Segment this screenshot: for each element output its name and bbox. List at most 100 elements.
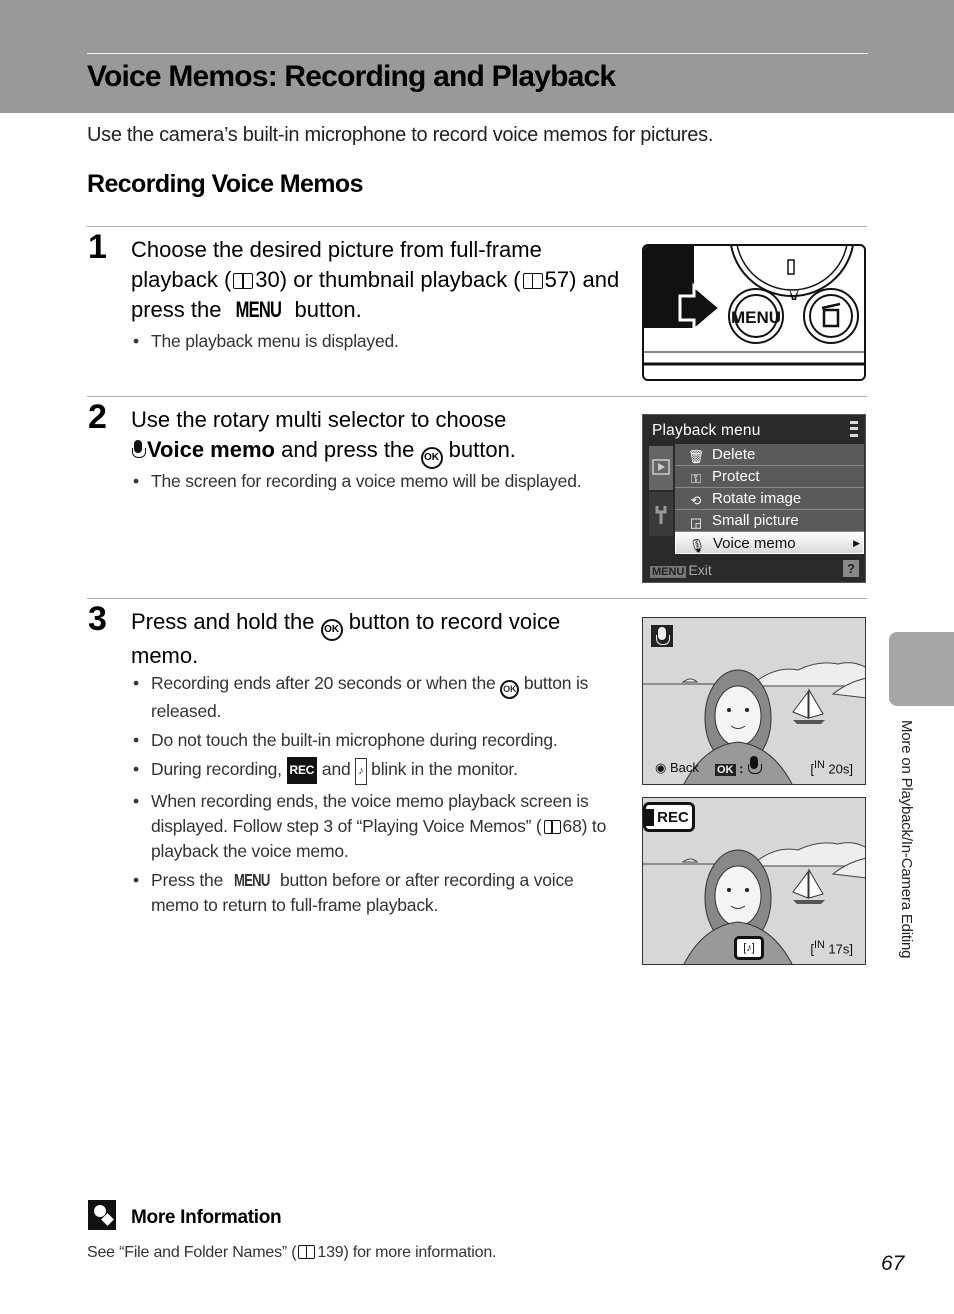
text: 30) or thumbnail playback ( <box>255 267 521 292</box>
page-title: Voice Memos: Recording and Playback <box>87 60 616 93</box>
text: and press the <box>274 437 421 462</box>
text: When recording ends, the voice memo play… <box>151 791 589 836</box>
bullet-item: Recording ends after 20 seconds or when … <box>131 671 621 724</box>
menu-title: Playback menu <box>652 422 761 439</box>
text: During recording, <box>151 759 287 779</box>
memory-label: IN <box>813 758 825 771</box>
rec-label: REC <box>646 808 692 826</box>
scroll-indicator-icon <box>850 421 858 437</box>
menu-item-label: Voice memo <box>713 535 796 552</box>
svg-text:MENU: MENU <box>731 308 781 327</box>
trash-icon: 🗑 <box>687 449 705 464</box>
text: Recording ends after 20 seconds or when … <box>151 673 501 693</box>
book-icon <box>522 273 543 289</box>
text: Use the rotary multi selector to choose <box>131 407 507 432</box>
menu-item-voice-memo[interactable]: 🎙 Voice memo ▶ <box>675 532 864 554</box>
playback-menu-screen: Playback menu 🗑 Delete ⚿ Protect ⟲ Rotate i… <box>642 414 866 583</box>
intro-text: Use the camera’s built-in microphone to … <box>87 124 714 146</box>
menu-item-protect[interactable]: ⚿ Protect <box>675 466 864 488</box>
step-divider <box>87 396 867 397</box>
menu-item-rotate-image[interactable]: ⟲ Rotate image <box>675 488 864 510</box>
menu-item-label: Small picture <box>712 512 799 529</box>
mic-glyph <box>655 627 670 647</box>
book-icon <box>298 1245 316 1259</box>
rec-indicator: REC <box>643 802 695 832</box>
menu-footer: MENU Exit <box>650 562 712 578</box>
step-1-bullets: The playback menu is displayed. <box>131 329 621 358</box>
voice-memo-record-screen: ◉ Back OK : [IN 20s] <box>642 617 866 785</box>
voice-memo-indicator-icon: [♪] <box>734 936 764 960</box>
chapter-label: More on Playback/In-Camera Editing <box>898 720 915 959</box>
text: Press and hold the <box>131 609 321 634</box>
book-icon <box>543 820 561 834</box>
ok-button-icon: OK <box>320 619 343 641</box>
memory-label: IN <box>813 938 825 951</box>
sailboat <box>792 870 809 899</box>
face <box>714 685 762 747</box>
magnifier-info-icon <box>88 1200 116 1230</box>
playback-tab-icon[interactable] <box>649 446 673 490</box>
back-label: Back <box>669 760 699 775</box>
time-value: 17s <box>828 941 850 956</box>
mountain <box>757 662 865 687</box>
camera-buttons-illustration: MENU <box>642 244 866 381</box>
ok-button-icon: OK <box>500 680 520 699</box>
step-1-text: Choose the desired picture from full-fra… <box>131 235 621 325</box>
step-divider <box>87 226 867 227</box>
step-number: 1 <box>88 228 107 266</box>
menu-button-glyph: MENU <box>233 870 270 890</box>
help-icon[interactable]: ? <box>843 560 859 577</box>
menu-button-glyph: MENU <box>650 566 687 578</box>
text: button. <box>288 297 362 322</box>
remaining-time: [IN 20s] <box>810 758 853 776</box>
ok-label: OK <box>715 764 736 776</box>
step-3-bullets: Recording ends after 20 seconds or when … <box>131 671 621 922</box>
face <box>714 865 762 927</box>
voice-memo-recording-screen: REC [♪] [IN 17s] <box>642 797 866 965</box>
mountain <box>757 842 865 867</box>
ok-record-hint: OK : <box>715 756 763 776</box>
small-picture-icon: ◲ <box>689 515 703 530</box>
bullet-item: During recording, REC and ♪ blink in the… <box>131 757 621 785</box>
chevron-right-icon: ▶ <box>853 538 860 548</box>
more-info-body: See “File and Folder Names” ( 139) for mo… <box>87 1244 496 1262</box>
voice-memo-keyword: Voice memo <box>147 437 275 462</box>
ok-button-icon: OK <box>420 447 443 469</box>
menu-item-label: Protect <box>712 468 760 485</box>
mic-icon <box>747 756 763 776</box>
text: blink in the monitor. <box>366 759 518 779</box>
book-icon <box>233 273 254 289</box>
key-icon: ⚿ <box>691 471 701 486</box>
menu-items: 🗑 Delete ⚿ Protect ⟲ Rotate image ◲ Small pi… <box>675 444 864 554</box>
menu-item-label: Rotate image <box>712 490 802 507</box>
back-hint: ◉ Back <box>655 760 699 775</box>
step-number: 3 <box>88 600 107 638</box>
menu-item-small-picture[interactable]: ◲ Small picture <box>675 510 864 532</box>
step-2-text: Use the rotary multi selector to choose … <box>131 405 621 469</box>
exit-label: Exit <box>688 562 712 578</box>
header-rule <box>87 53 868 54</box>
time-value: 20s <box>828 761 850 776</box>
bullet-item: Press the MENU button before or after re… <box>131 868 621 918</box>
bullet-item: The screen for recording a voice memo wi… <box>131 469 621 494</box>
section-title: Recording Voice Memos <box>87 170 363 198</box>
step-2-bullets: The screen for recording a voice memo wi… <box>131 469 621 498</box>
setup-tab-wrench-icon[interactable] <box>649 492 673 536</box>
page-number: 67 <box>881 1252 905 1275</box>
sailboat <box>792 690 809 719</box>
chapter-tab <box>889 632 954 706</box>
step-number: 2 <box>88 398 107 436</box>
mic-icon <box>651 625 673 647</box>
menu-button-glyph: MENU <box>235 297 281 322</box>
text: Press the <box>151 870 228 890</box>
text: 139) for more information. <box>317 1244 497 1261</box>
mic-icon: 🎙 <box>688 538 706 553</box>
menu-item-delete[interactable]: 🗑 Delete <box>675 444 864 466</box>
text: See “File and Folder Names” ( <box>87 1244 297 1261</box>
header-band <box>0 0 954 113</box>
voice-memo-indicator-icon: ♪ <box>355 758 367 785</box>
text: button. <box>442 437 516 462</box>
menu-item-label: Delete <box>712 446 756 463</box>
remaining-time: [IN 17s] <box>810 938 853 956</box>
step-3-text: Press and hold the OK button to record v… <box>131 607 621 671</box>
